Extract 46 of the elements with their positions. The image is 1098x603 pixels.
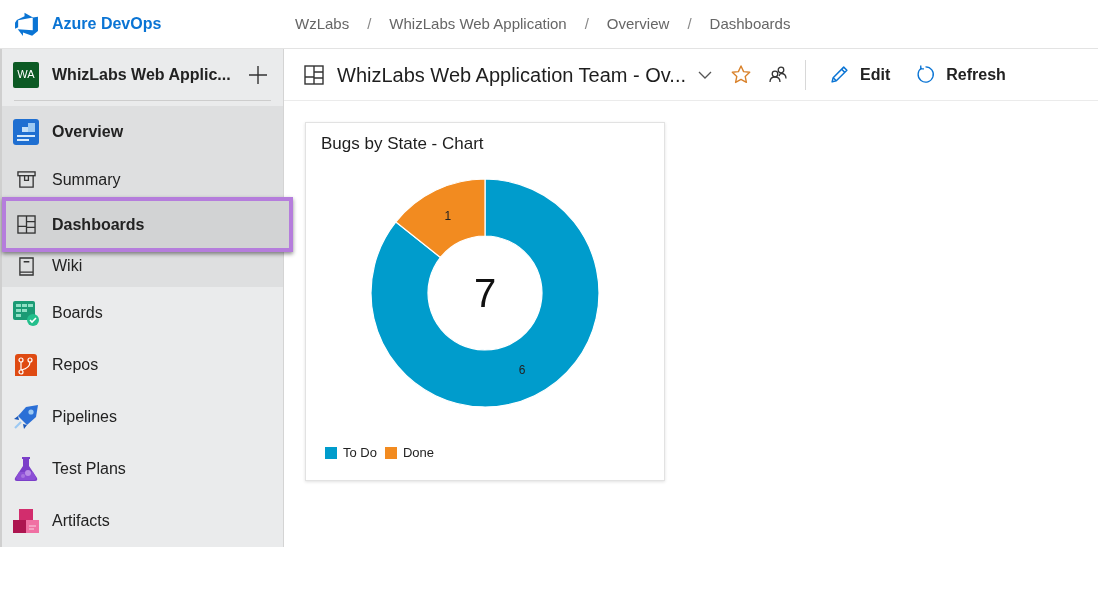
archive-box-icon <box>16 170 36 189</box>
plus-icon <box>249 65 267 84</box>
data-label: 1 <box>444 209 452 224</box>
nav-item[interactable]: Repos <box>2 339 283 391</box>
breadcrumb-link[interactable]: WzLabs <box>295 12 350 36</box>
people-icon[interactable] <box>769 66 788 83</box>
dropdown-button[interactable] <box>698 70 713 79</box>
breadcrumb-link[interactable]: Dashboards <box>709 12 791 36</box>
chevron-down-icon <box>698 70 713 79</box>
breadcrumb-separator: / <box>367 13 372 34</box>
chart-tile-icon <box>13 119 39 145</box>
toolbar-button[interactable]: Edit <box>820 56 901 93</box>
breadcrumb-separator: / <box>687 13 692 34</box>
grid-icon <box>16 215 36 234</box>
card-title: Bugs by State - Chart <box>320 133 485 155</box>
breadcrumb-link[interactable]: WhizLabs Web Application <box>389 12 567 36</box>
boxes-icon <box>13 508 39 534</box>
pencil-icon <box>830 65 850 84</box>
grid-icon <box>304 64 324 85</box>
breadcrumb-separator: / <box>584 13 589 34</box>
logo-icon <box>14 11 39 37</box>
rocket-icon <box>13 404 39 430</box>
branch-icon <box>13 352 39 378</box>
nav-item[interactable]: Artifacts <box>2 495 283 547</box>
legend-label: To Do <box>343 444 377 463</box>
nav-item[interactable]: Boards <box>2 287 283 339</box>
legend-label: Done <box>402 444 435 463</box>
nav-item[interactable]: Summary <box>2 158 283 197</box>
project-name[interactable]: WhizLabs Web Applic... <box>52 62 249 87</box>
project-avatar: WA <box>13 61 39 88</box>
breadcrumb-link[interactable]: Overview <box>606 12 670 36</box>
dashboard-title: WhizLabs Web Application Team - Ov... <box>337 62 687 88</box>
refresh-icon <box>916 65 936 84</box>
data-label: 6 <box>518 363 526 378</box>
nav-item[interactable]: Wiki <box>2 252 283 287</box>
nav-item[interactable]: Dashboards <box>2 197 293 252</box>
book-icon <box>17 256 35 276</box>
nav-item[interactable]: Overview <box>2 106 283 158</box>
product-name[interactable]: Azure DevOps <box>52 12 162 36</box>
nav-item[interactable]: Pipelines <box>2 391 283 443</box>
board-check-icon <box>13 300 39 326</box>
total-count: 7 <box>473 271 497 316</box>
flask-icon <box>13 456 39 482</box>
nav-item[interactable]: Test Plans <box>2 443 283 495</box>
star-icon[interactable] <box>731 65 752 84</box>
toolbar-button[interactable]: Refresh <box>906 56 1016 93</box>
